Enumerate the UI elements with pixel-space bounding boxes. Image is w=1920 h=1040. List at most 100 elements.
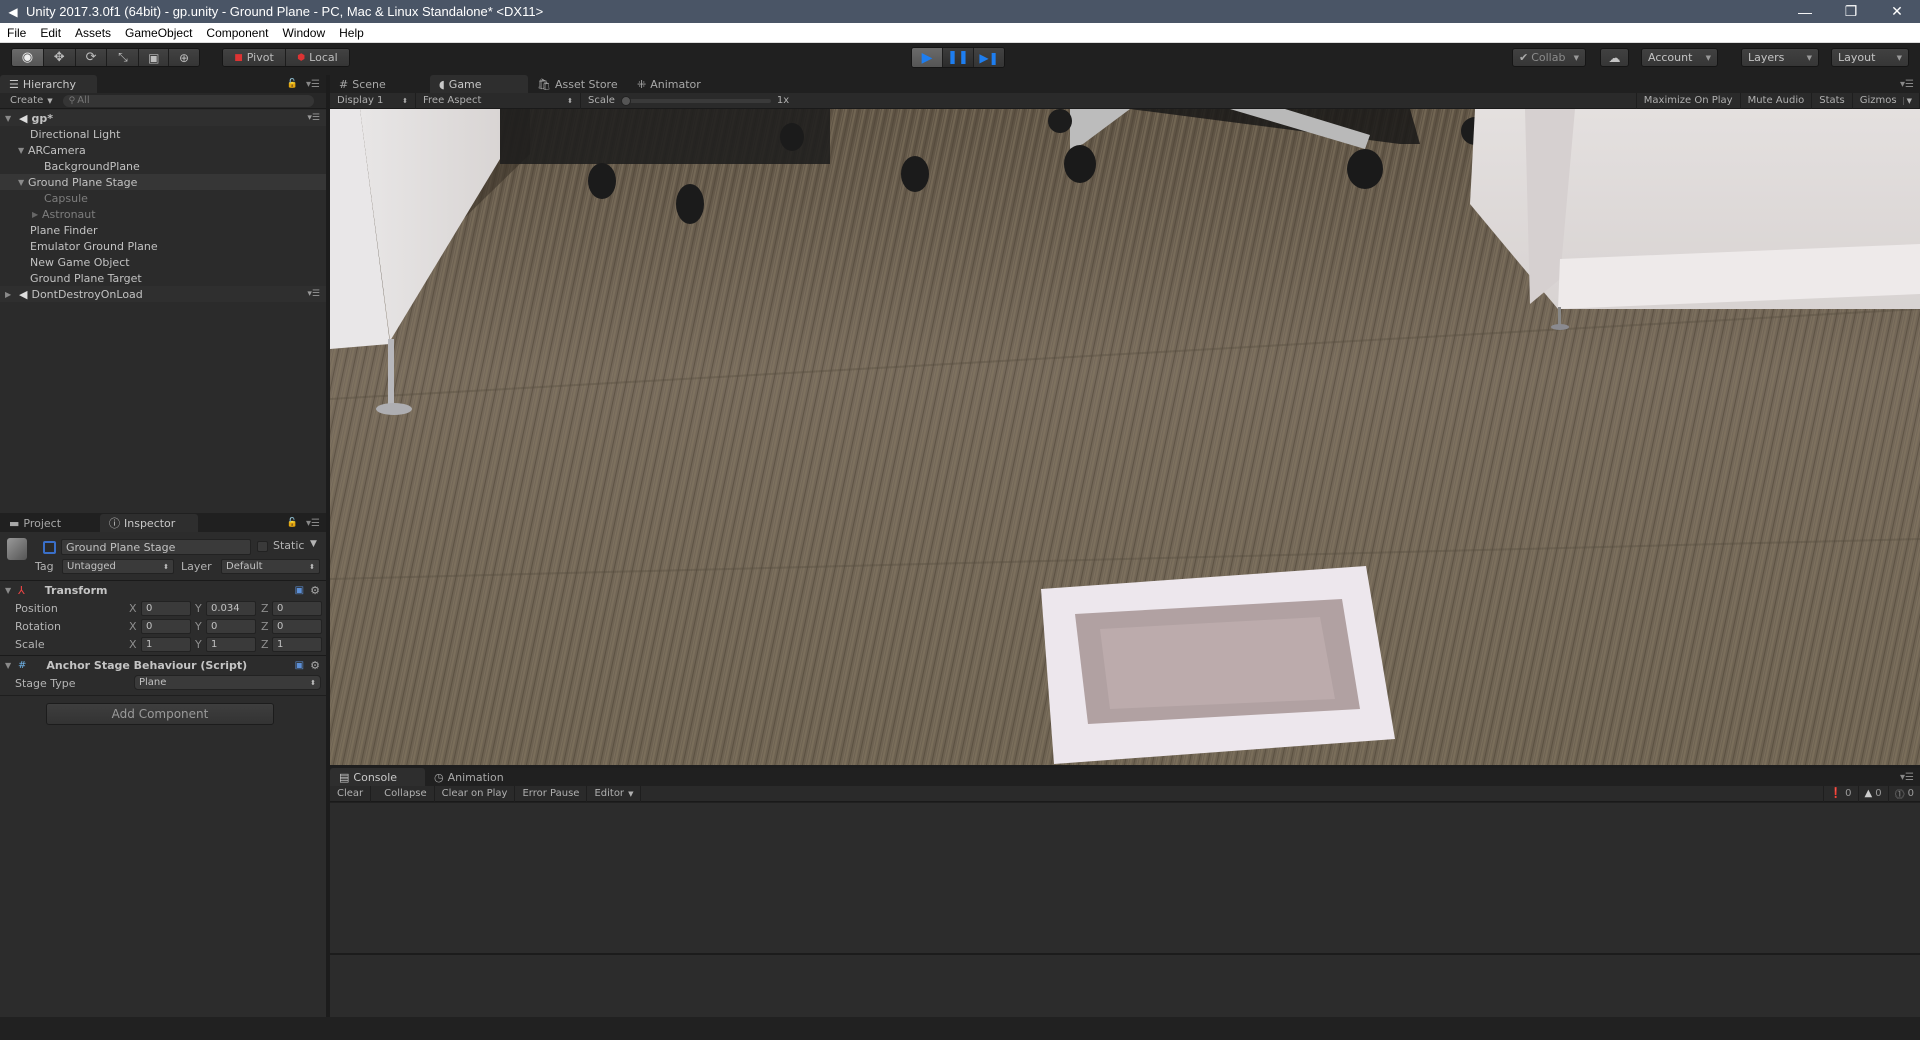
position-y-field[interactable]: 0.034 [206,601,256,616]
layer-dropdown[interactable]: Default ⬍ [221,559,320,574]
hierarchy-item[interactable]: ▼ ARCamera [0,142,326,158]
error-count-toggle[interactable]: ⓵0 [1887,785,1920,802]
panel-menu-icon[interactable]: ▾☰ [306,79,320,90]
gear-icon[interactable]: ⚙ [310,584,320,597]
game-view-camera-feed[interactable] [330,109,1920,765]
hierarchy-item[interactable]: Plane Finder [0,222,326,238]
move-tool-button[interactable]: ✥ [43,49,76,66]
layers-dropdown[interactable]: Layers ▼ [1741,48,1819,67]
menu-help[interactable]: Help [332,26,371,40]
restore-button[interactable]: ❐ [1828,0,1874,23]
scene-menu-icon[interactable]: ▾☰ [307,289,320,299]
menu-gameobject[interactable]: GameObject [118,26,199,40]
hierarchy-scene-gp[interactable]: ▼ ◀ gp* ▾☰ [0,110,326,126]
tab-animator[interactable]: ⁜ Animator [628,75,718,93]
hierarchy-item[interactable]: New Game Object [0,254,326,270]
clear-button[interactable]: Clear [330,785,372,802]
gear-icon[interactable]: ⚙ [310,659,320,672]
position-z-field[interactable]: 0 [272,601,322,616]
minimize-button[interactable]: — [1782,0,1828,23]
add-component-button[interactable]: Add Component [46,703,274,725]
menu-edit[interactable]: Edit [33,26,68,40]
scale-y-field[interactable]: 1 [206,637,256,652]
expand-arrow-icon[interactable]: ▼ [18,146,28,155]
hierarchy-item[interactable]: Directional Light [0,126,326,142]
cloud-button[interactable]: ☁ [1600,48,1629,67]
active-checkbox[interactable] [43,541,56,554]
info-count-toggle[interactable]: ❗ 0 [1822,785,1858,802]
stage-type-dropdown[interactable]: Plane ⬍ [134,675,321,690]
help-book-icon[interactable]: ▣ [295,660,304,671]
pivot-toggle[interactable]: ■ Pivot [223,49,287,66]
tab-inspector[interactable]: ⓘ Inspector [100,514,198,532]
menu-component[interactable]: Component [199,26,275,40]
help-book-icon[interactable]: ▣ [295,585,304,596]
hierarchy-item-selected[interactable]: ▼ Ground Plane Stage [0,174,326,190]
rotate-tool-button[interactable]: ⟳ [75,49,108,66]
script-component-header[interactable]: ▼ # Anchor Stage Behaviour (Script) ▣ ⚙ [0,655,326,674]
scale-slider-thumb[interactable] [620,95,631,106]
display-dropdown[interactable]: Display 1 ⬍ [330,92,416,109]
tab-game[interactable]: ◖ Game [430,75,528,93]
hierarchy-item[interactable]: Emulator Ground Plane [0,238,326,254]
position-x-field[interactable]: 0 [141,601,191,616]
layout-dropdown[interactable]: Layout ▼ [1831,48,1909,67]
panel-menu-icon[interactable]: ▾☰ [1900,79,1914,90]
scene-menu-icon[interactable]: ▾☰ [307,113,320,123]
tab-console[interactable]: ▤ Console [330,768,425,786]
expand-arrow-icon[interactable]: ▼ [18,178,28,187]
pause-button[interactable]: ❚❚ [943,48,974,67]
static-dropdown-icon[interactable]: ▼ [310,539,317,549]
hierarchy-search-input[interactable]: ⚲ All [62,94,314,107]
scale-x-field[interactable]: 1 [141,637,191,652]
warning-count-toggle[interactable]: ▲ 0 [1857,785,1888,802]
lock-icon[interactable]: 🔓 [287,79,298,89]
menu-window[interactable]: Window [275,26,332,40]
clear-on-play-toggle[interactable]: Clear on Play [435,785,516,802]
aspect-dropdown[interactable]: Free Aspect ⬍ [416,92,581,109]
close-button[interactable]: ✕ [1874,0,1920,23]
rotation-x-field[interactable]: 0 [141,619,191,634]
rotation-z-field[interactable]: 0 [272,619,322,634]
tab-asset-store[interactable]: 🛍 Asset Store [528,75,628,93]
local-toggle[interactable]: ⬢ Local [286,49,349,66]
transform-tool-button[interactable]: ⊕ [169,49,199,66]
console-log-list[interactable] [330,803,1920,953]
panel-menu-icon[interactable]: ▾☰ [1900,772,1914,783]
rect-tool-button[interactable]: ▣ [139,49,170,66]
maximize-on-play-toggle[interactable]: Maximize On Play [1635,92,1741,109]
lock-icon[interactable]: 🔓 [287,518,298,528]
rotation-y-field[interactable]: 0 [206,619,256,634]
stats-toggle[interactable]: Stats [1812,92,1853,109]
static-checkbox[interactable] [257,541,268,552]
view-tool-button[interactable]: ◉ [12,49,44,66]
tab-project[interactable]: ▬ Project [0,514,100,532]
collapse-toggle[interactable]: Collapse [377,785,435,802]
collab-dropdown[interactable]: ✔ Collab ▼ [1512,48,1586,67]
tab-animation[interactable]: ◷ Animation [425,768,525,786]
tag-dropdown[interactable]: Untagged ⬍ [62,559,174,574]
scale-tool-button[interactable]: ⤡ [107,49,140,66]
play-button[interactable]: ▶ [912,48,943,67]
account-dropdown[interactable]: Account ▼ [1641,48,1718,67]
scale-z-field[interactable]: 1 [272,637,322,652]
transform-component-header[interactable]: ▼ ⅄ Transform ▣ ⚙ [0,580,326,599]
scale-slider-track[interactable] [620,95,771,106]
menu-file[interactable]: File [0,26,33,40]
expand-arrow-icon[interactable]: ▼ [5,661,15,670]
tab-scene[interactable]: # Scene [330,75,430,93]
expand-arrow-icon[interactable]: ▼ [5,114,15,123]
collapse-arrow-icon[interactable]: ▶ [32,210,42,219]
gizmos-toggle[interactable]: Gizmos ▼ [1853,92,1920,109]
create-dropdown[interactable]: Create ▼ [0,95,63,106]
mute-audio-toggle[interactable]: Mute Audio [1741,92,1813,109]
expand-arrow-icon[interactable]: ▼ [5,586,15,595]
editor-dropdown[interactable]: Editor ▼ [587,785,642,802]
error-pause-toggle[interactable]: Error Pause [515,785,588,802]
hierarchy-item[interactable]: BackgroundPlane [0,158,326,174]
hierarchy-item[interactable]: ▶ Astronaut [0,206,326,222]
tab-hierarchy[interactable]: ☰ Hierarchy [0,75,97,93]
menu-assets[interactable]: Assets [68,26,118,40]
object-name-field[interactable]: Ground Plane Stage [61,539,251,555]
collapse-arrow-icon[interactable]: ▶ [5,290,15,299]
